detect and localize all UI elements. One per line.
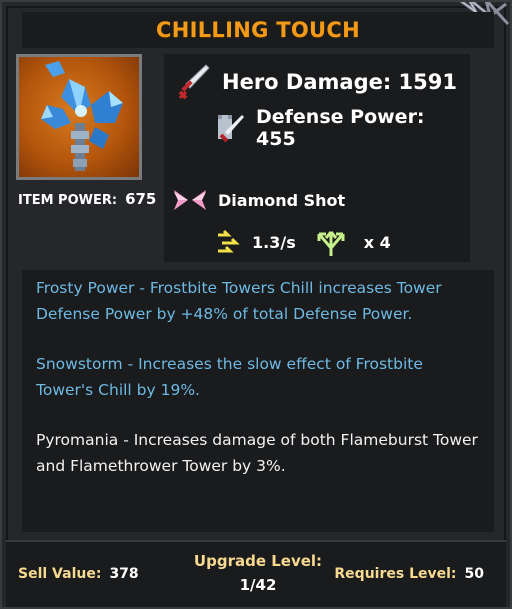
item-title: CHILLING TOUCH: [156, 18, 360, 42]
requires-level-value: 50: [464, 566, 484, 582]
ability-description-panel: Frosty Power - Frostbite Towers Chill in…: [22, 270, 494, 532]
shot-type-row: Diamond Shot: [172, 188, 345, 212]
upgrade-level-value: 1/42: [239, 576, 277, 594]
ability-description-snowstorm: Snowstorm - Increases the slow effect of…: [36, 355, 423, 399]
item-power-value: 675: [125, 190, 157, 208]
shot-type-text: Diamond Shot: [218, 190, 346, 210]
projectile-count-text: x 4: [363, 232, 391, 252]
defense-tower-icon: [212, 111, 246, 145]
defense-power-row: Defense Power: 455: [212, 106, 470, 150]
attack-stats-row: 1.3/s x 4: [214, 226, 391, 258]
upgrade-level-label: Upgrade Level:: [193, 552, 323, 570]
item-footer: Sell Value: 378 Upgrade Level: 1/42 Requ…: [6, 540, 506, 607]
item-power: ITEM POWER: 675: [18, 190, 156, 208]
diamond-shot-icon: [172, 188, 208, 212]
requires-level: Requires Level: 50: [334, 566, 484, 582]
upgrade-level: Upgrade Level: 1/42: [192, 552, 324, 594]
attack-speed-text: 1.3/s: [252, 232, 296, 252]
item-power-label: ITEM POWER:: [18, 193, 118, 208]
stats-panel: Hero Damage: 1591 Defense Power: 455 Dia…: [164, 54, 470, 262]
hero-damage-text: Hero Damage: 1591: [222, 70, 457, 94]
item-tooltip-panel: CHILLING TOUCH ITEM POWER: 675 Hero Dama…: [0, 0, 512, 609]
frost-scepter-icon: [41, 61, 123, 171]
hero-damage-row: Hero Damage: 1591: [172, 62, 457, 102]
sell-value-label: Sell Value:: [18, 566, 102, 582]
requires-level-label: Requires Level:: [334, 566, 457, 582]
attack-speed-icon: [214, 227, 244, 257]
ability-description-pyromania: Pyromania - Increases damage of both Fla…: [36, 431, 478, 475]
defense-power-text: Defense Power: 455: [256, 106, 425, 150]
sell-value-amount: 378: [109, 566, 139, 582]
multishot-arrows-icon: [314, 226, 348, 258]
sell-value: Sell Value: 378: [18, 566, 139, 582]
item-portrait: [16, 54, 142, 180]
sword-icon: [172, 62, 212, 102]
title-bar: CHILLING TOUCH: [22, 12, 494, 48]
ability-description-frosty-power: Frosty Power - Frostbite Towers Chill in…: [36, 279, 442, 323]
